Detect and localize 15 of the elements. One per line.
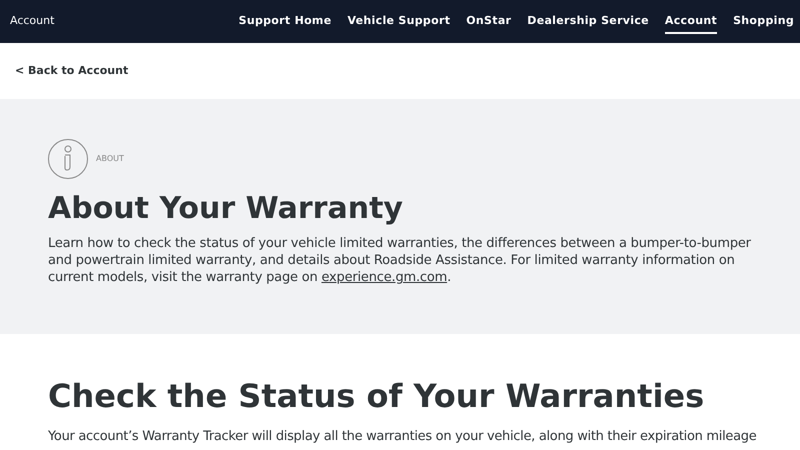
info-icon (48, 139, 88, 179)
back-link[interactable]: < Back to Account (15, 62, 128, 80)
eyebrow-label: ABOUT (96, 153, 124, 165)
hero-paragraph: Learn how to check the status of your vehicle limited warranties, the differences between a bumper-to-bumper and powertrain limited warranty, and details about Roadside Assistance. For limited warranty information on current models, visit the warranty page on experience.gm.com. (48, 235, 752, 286)
section-paragraph: Your account’s Warranty Tracker will display all the warranties on your vehicle, along with their expiration mileage (48, 428, 758, 445)
page-title: Account (10, 13, 54, 30)
nav-link[interactable]: Account (664, 13, 718, 34)
nav-link[interactable]: Vehicle Support (347, 13, 450, 34)
hero-heading: About Your Warranty (48, 190, 404, 228)
nav-link[interactable]: Support Home (238, 13, 332, 34)
nav-link[interactable]: OnStar (466, 13, 512, 34)
section-heading: Check the Status of Your Warranties (48, 376, 706, 416)
nav-link[interactable]: Shopping (733, 13, 794, 34)
experience-link[interactable]: experience.gm.com (321, 270, 448, 285)
nav-link[interactable]: Dealership Service (527, 13, 649, 34)
